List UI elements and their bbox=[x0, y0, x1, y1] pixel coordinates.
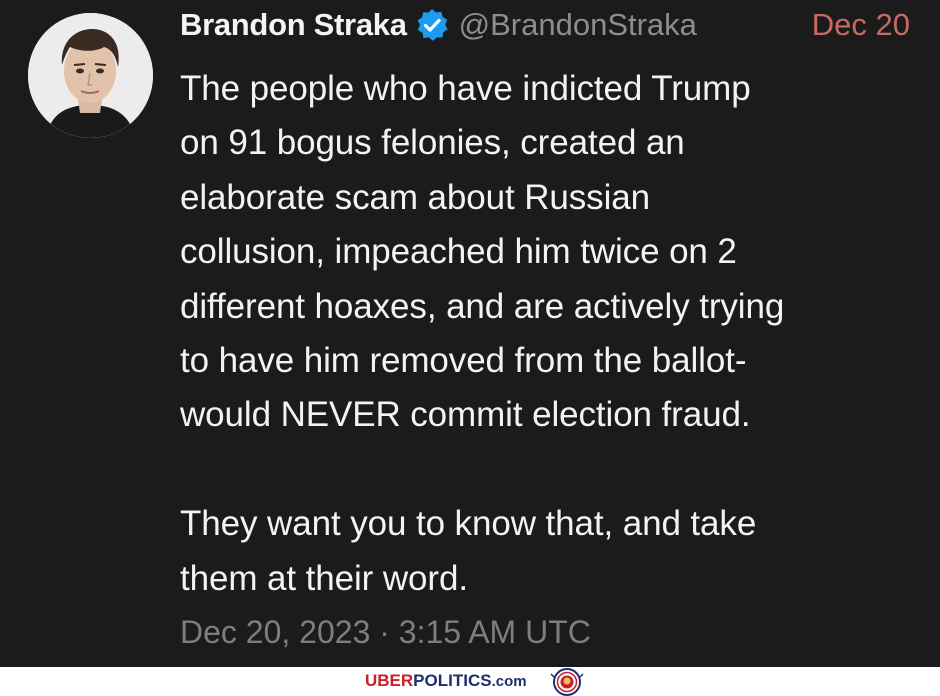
tweet-body: The people who have indicted Trump on 91… bbox=[180, 62, 920, 606]
brand-part-politics: POLITICS bbox=[413, 671, 492, 690]
tweet-paragraph-1: The people who have indicted Trump on 91… bbox=[180, 69, 785, 435]
lion-seal-icon bbox=[550, 668, 584, 696]
tweet-timestamp[interactable]: Dec 20, 2023 · 3:15 AM UTC bbox=[180, 614, 591, 651]
watermark-footer: UBERPOLITICS.com bbox=[0, 667, 940, 696]
author-name[interactable]: Brandon Straka bbox=[180, 7, 407, 43]
avatar[interactable] bbox=[28, 13, 153, 138]
avatar-portrait bbox=[28, 13, 153, 138]
tweet-screenshot: Brandon Straka @BrandonStraka Dec 20 The… bbox=[0, 0, 940, 696]
author-handle[interactable]: @BrandonStraka bbox=[459, 7, 697, 43]
brand-part-suffix: .com bbox=[491, 673, 527, 690]
tweet-paragraph-2: They want you to know that, and take the… bbox=[180, 504, 757, 598]
verified-badge-icon bbox=[415, 8, 449, 42]
tweet-header: Brandon Straka @BrandonStraka bbox=[180, 3, 697, 47]
tweet-date-short[interactable]: Dec 20 bbox=[812, 3, 910, 47]
watermark-brand: UBERPOLITICS.com bbox=[365, 671, 527, 691]
brand-part-uber: UBER bbox=[365, 671, 414, 690]
